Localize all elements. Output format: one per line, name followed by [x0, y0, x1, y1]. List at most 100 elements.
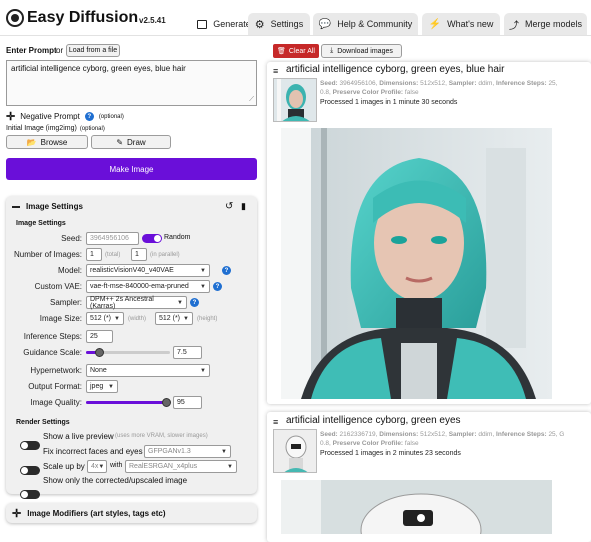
- make-image-button[interactable]: Make Image: [6, 158, 257, 180]
- quality-slider[interactable]: [86, 396, 171, 409]
- download-icon: ⤓: [330, 47, 334, 54]
- seed-key: Seed:: [320, 431, 338, 438]
- steps-key: Inference Steps:: [496, 80, 547, 87]
- folder-icon: 📂: [26, 137, 37, 147]
- vae-help-icon[interactable]: ?: [213, 282, 222, 291]
- optional-hint: (optional): [98, 113, 124, 120]
- guidance-slider-thumb[interactable]: [95, 348, 105, 357]
- num-images-total-input[interactable]: 1: [86, 248, 102, 261]
- render-settings-title: Render Settings: [16, 419, 70, 426]
- sampler-help-icon[interactable]: ?: [190, 298, 199, 307]
- profile-value: false: [404, 89, 419, 96]
- hypernetwork-label: Hypernetwork:: [30, 366, 82, 375]
- image-modifiers-panel[interactable]: ✛ Image Modifiers (art styles, tags etc): [6, 503, 257, 523]
- sampler-value: ddim,: [478, 431, 495, 438]
- profile-value: false: [404, 440, 419, 447]
- plus-icon: ✛: [12, 507, 22, 520]
- hypernetwork-select[interactable]: None ▼: [86, 364, 210, 377]
- merge-icon: ⤴: [508, 20, 519, 32]
- num-images-parallel-input[interactable]: 1: [131, 248, 147, 261]
- download-images-button[interactable]: ⤓ Download images: [321, 44, 402, 58]
- menu-icon[interactable]: ≡: [273, 66, 278, 76]
- cyborg-portrait-image: [281, 128, 552, 399]
- save-icon[interactable]: ▮: [241, 201, 246, 212]
- vae-select[interactable]: vae-ft-mse-840000-ema-pruned ▼: [86, 280, 210, 293]
- browse-button[interactable]: 📂 Browse: [6, 135, 88, 149]
- tab-help[interactable]: 💬 Help & Community: [313, 13, 418, 35]
- load-from-file-button[interactable]: Load from a file: [66, 44, 120, 57]
- collapse-icon[interactable]: [12, 206, 20, 208]
- output-format-select[interactable]: jpeg ▼: [86, 380, 118, 393]
- result-processed: Processed 1 images in 1 minute 30 second…: [320, 99, 458, 106]
- chevron-down-icon: ▼: [200, 283, 206, 290]
- robot-thumbnail-image: [274, 430, 316, 472]
- guidance-scale-label: Guidance Scale:: [23, 348, 82, 357]
- sampler-key: Sampler:: [448, 431, 477, 438]
- negative-prompt-toggle[interactable]: ✛ Negative Prompt ? (optional): [6, 110, 124, 123]
- reset-icon[interactable]: ↺: [225, 201, 233, 212]
- image-quality-input[interactable]: 95: [173, 396, 202, 409]
- guidance-slider[interactable]: [86, 346, 170, 359]
- tab-label: Merge models: [524, 19, 583, 29]
- guidance-scale-value: 7.5: [177, 349, 187, 356]
- chevron-down-icon: ▼: [227, 463, 233, 470]
- app-version: v2.5.41: [139, 16, 166, 25]
- header-divider: [0, 35, 591, 36]
- steps-value: 25, G: [548, 431, 565, 438]
- show-corrected-label: Show only the corrected/upscaled image: [43, 476, 188, 485]
- image-quality-value: 95: [177, 399, 185, 406]
- help-icon[interactable]: ?: [84, 112, 94, 121]
- model-help-icon[interactable]: ?: [222, 266, 231, 275]
- height-select[interactable]: 512 (*) ▼: [155, 312, 193, 325]
- sampler-value: DPM++ 2s Ancestral (Karras): [90, 295, 154, 310]
- app-title: Easy Diffusion: [27, 9, 139, 26]
- profile-key: Preserve Color Profile:: [332, 89, 404, 96]
- model-select[interactable]: realisticVisionV40_v40VAE ▼: [86, 264, 210, 277]
- steps-key: Inference Steps:: [496, 431, 547, 438]
- draw-button[interactable]: ✎ Draw: [91, 135, 171, 149]
- plus-icon: ✛: [6, 111, 16, 123]
- dims-key: Dimensions:: [379, 80, 419, 87]
- fix-faces-model-select[interactable]: GFPGANv1.3 ▼: [144, 445, 231, 458]
- result-thumbnail[interactable]: [273, 78, 317, 122]
- dims-key: Dimensions:: [379, 431, 419, 438]
- menu-icon[interactable]: ≡: [273, 417, 278, 427]
- model-label: Model:: [57, 266, 82, 275]
- live-preview-toggle[interactable]: [20, 441, 40, 450]
- result-thumbnail[interactable]: [273, 429, 317, 473]
- seed-input[interactable]: 3964956106: [86, 232, 139, 245]
- chevron-down-icon: ▼: [108, 383, 114, 390]
- upscaler-select[interactable]: RealESRGAN_x4plus ▼: [125, 460, 237, 473]
- init-image-row: Initial Image (img2img) (optional): [6, 125, 105, 132]
- inference-steps-input[interactable]: 25: [86, 330, 113, 343]
- chevron-down-icon: ▼: [114, 315, 120, 322]
- width-select[interactable]: 512 (*) ▼: [86, 312, 124, 325]
- quality-slider-thumb[interactable]: [161, 398, 171, 407]
- tab-merge-models[interactable]: ⤴ Merge models: [504, 13, 587, 35]
- seed-value: 3964956106: [90, 235, 129, 242]
- tab-whats-new[interactable]: ⚡ What's new: [422, 13, 500, 35]
- sampler-key: Sampler:: [448, 80, 477, 87]
- result-image[interactable]: [281, 128, 552, 399]
- result-image[interactable]: [281, 480, 552, 534]
- quality-slider-fill: [86, 401, 166, 404]
- resize-handle-icon[interactable]: ⟋: [249, 96, 254, 104]
- sampler-select[interactable]: DPM++ 2s Ancestral (Karras) ▼: [86, 295, 187, 310]
- tab-settings[interactable]: ⚙ Settings: [248, 13, 310, 35]
- hypernetwork-value: None: [90, 367, 107, 374]
- prompt-textarea[interactable]: artificial intelligence cyborg, green ey…: [6, 60, 257, 106]
- num-images-parallel-value: 1: [135, 251, 139, 258]
- scale-up-toggle[interactable]: [20, 490, 40, 499]
- tab-label: Help & Community: [337, 19, 413, 29]
- sampler-value: ddim,: [478, 80, 495, 87]
- clear-all-button[interactable]: 🗑 Clear All: [273, 44, 319, 58]
- fix-faces-toggle[interactable]: [20, 466, 40, 475]
- trash-icon: 🗑: [277, 48, 286, 55]
- random-seed-toggle[interactable]: [142, 234, 162, 243]
- model-value: realisticVisionV40_v40VAE: [90, 267, 174, 274]
- guidance-scale-input[interactable]: 7.5: [173, 346, 202, 359]
- scale-select[interactable]: 4x ▼: [87, 460, 107, 473]
- profile-key: Preserve Color Profile:: [332, 440, 404, 447]
- output-format-label: Output Format:: [28, 382, 82, 391]
- inference-steps-value: 25: [90, 333, 98, 340]
